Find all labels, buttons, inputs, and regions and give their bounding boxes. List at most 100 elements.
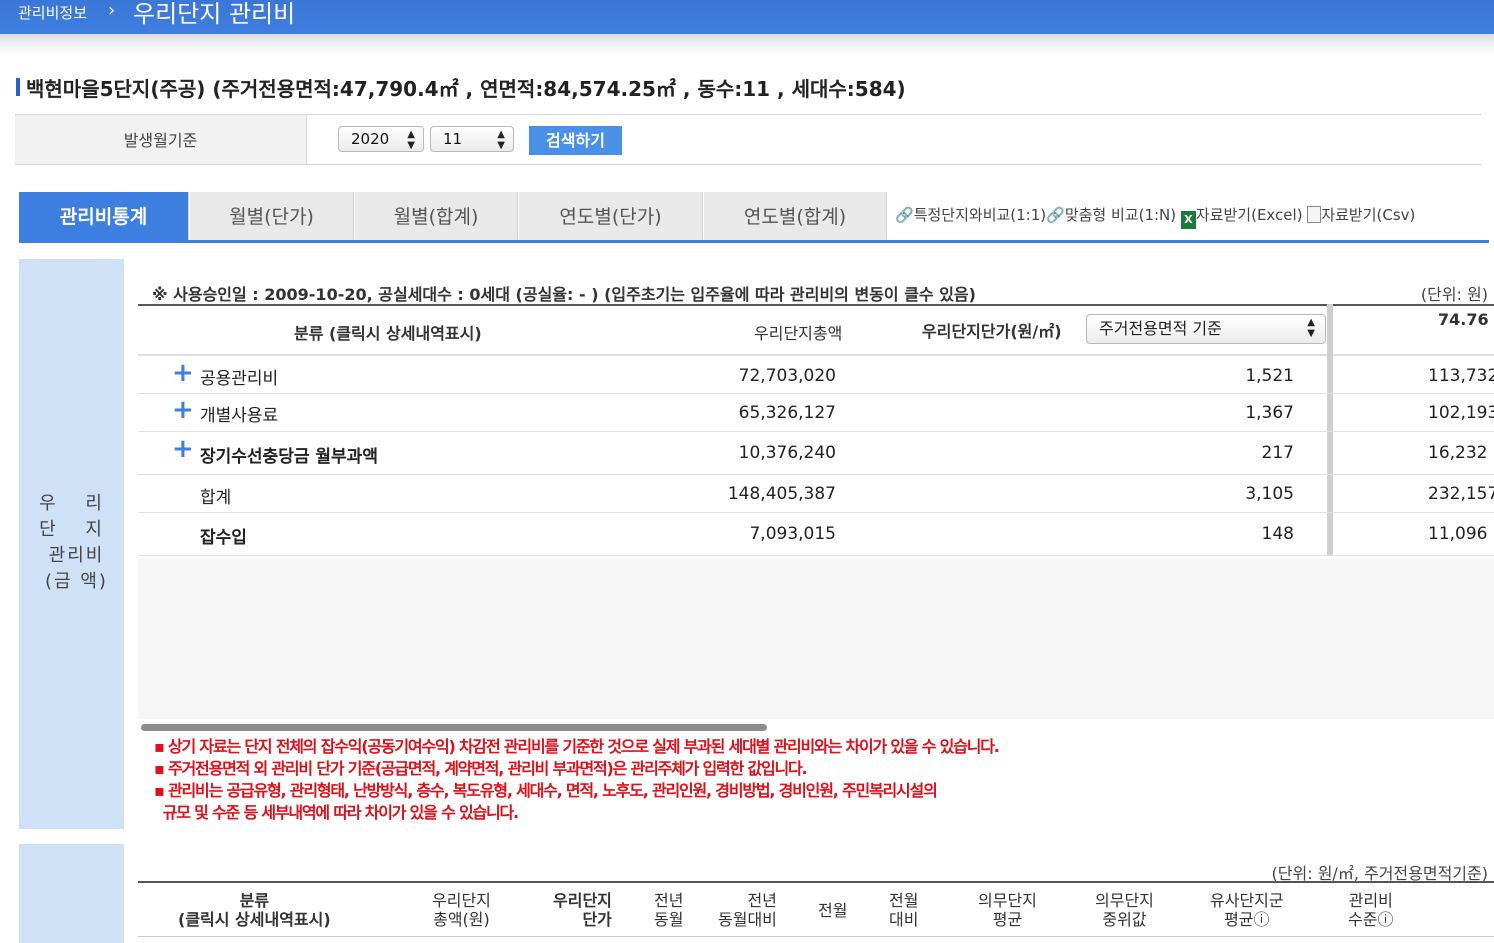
header-cell: 의무단지 중위값 (1095, 891, 1154, 929)
header-line: 전년 (747, 891, 777, 910)
row-ref-value: 102,193 (1428, 403, 1494, 423)
row-ref-value: 113,732 (1428, 366, 1494, 386)
expand-plus-icon[interactable]: + (172, 434, 194, 464)
header-line: 평균ⓘ (1224, 910, 1270, 929)
section-label-text: 우 리 단 지 관리비 (금 액) (19, 491, 124, 595)
header-line: 평균 (992, 910, 1023, 929)
header-cell: 전월 대비 (889, 891, 918, 929)
link-icon: 🔗 (1046, 206, 1065, 224)
table-row-total: 합계 148,405,387 3,105 232,157 (138, 476, 1494, 513)
row-total: 72,703,020 (738, 366, 836, 386)
title-marker (16, 78, 20, 96)
row-unit-price: 217 (1261, 443, 1294, 463)
table-row[interactable]: + 장기수선충당금 월부과액 10,376,240 217 16,232 (138, 433, 1494, 475)
header-line: 총액(원) (433, 910, 490, 929)
month-value: 11 (443, 130, 463, 148)
header-unit-price: 우리단지단가(원/㎡) (922, 322, 1062, 341)
header-line: (클릭시 상세내역표시) (178, 910, 331, 929)
header-line: 전월 (889, 891, 919, 910)
warning-line: ▪ 주거전용면적 외 관리비 단가 기준(공급면적, 계약면적, 관리비 부과면… (154, 759, 808, 778)
year-select[interactable]: 2020 ▲ ▼ (338, 126, 424, 152)
row-category[interactable]: 장기수선충당금 월부과액 (200, 442, 378, 467)
header-cell: 우리단지 단가 (553, 891, 612, 929)
section-label-line: 관리비 (48, 545, 105, 566)
header-line: 전월 (818, 901, 848, 920)
action-links: 🔗특정단지와비교(1:1)🔗맞춤형 비교(1:N) X 자료받기(Excel) 자… (895, 204, 1415, 229)
warning-notes: ▪ 상기 자료는 단지 전체의 잡수익(공동기여수익) 차감전 관리비를 기준한… (154, 736, 1000, 824)
year-value: 2020 (351, 130, 390, 148)
tab-yearly-total[interactable]: 연도별(합계) (704, 192, 887, 242)
header-line: 유사단지군 (1210, 891, 1284, 910)
header-line: 동월 (654, 910, 684, 929)
header-line: 분류 (239, 891, 270, 910)
top-header-bar: 관리비정보 › 우리단지 관리비 (0, 0, 1494, 34)
basis-select-value: 주거전용면적 기준 (1099, 319, 1222, 338)
unit-label: (단위: 원) (1420, 285, 1488, 304)
header-line: 동월대비 (718, 910, 777, 929)
row-ref-value: 11,096 (1428, 524, 1488, 544)
search-button[interactable]: 검색하기 (529, 126, 622, 155)
header-cell: 분류 (클릭시 상세내역표시) (178, 891, 331, 929)
search-row: 발생월기준 2020 ▲ ▼ 11 ▲ ▼ 검색하기 (15, 114, 1481, 165)
row-total: 65,326,127 (738, 403, 836, 423)
header-line: 중위값 (1102, 910, 1147, 929)
table-row[interactable]: + 공용관리비 72,703,020 1,521 113,732 (138, 358, 1494, 394)
expand-plus-icon[interactable]: + (172, 395, 194, 425)
header-line: 의무단지 (1095, 891, 1154, 910)
breadcrumb-separator-icon: › (108, 0, 116, 21)
csv-download-link[interactable]: 자료받기(Csv) (1321, 206, 1415, 224)
horizontal-scrollbar[interactable] (141, 724, 767, 731)
row-category[interactable]: 개별사용료 (200, 401, 278, 426)
header-line: 관리비 (1348, 891, 1393, 910)
header-category: 분류 (클릭시 상세내역표시) (294, 324, 482, 343)
header-line: 의무단지 (978, 891, 1037, 910)
select-arrows-icon: ▲ ▼ (497, 129, 505, 151)
section-label-panel: 우 리 단 지 관리비 (금 액) (19, 259, 124, 829)
fee-table-header: 분류 (클릭시 상세내역표시) 우리단지총액 우리단지단가(원/㎡) 주거전용면… (138, 304, 1494, 356)
tab-monthly-total[interactable]: 월별(합계) (355, 192, 518, 242)
header-cell: 우리단지 총액(원) (432, 891, 491, 929)
warning-line: 규모 및 수준 등 세부내역에 따라 차이가 있을 수 있습니다. (154, 803, 519, 822)
tab-monthly-unit[interactable]: 월별(단가) (190, 192, 354, 242)
header-cell[interactable]: 관리비 수준ⓘ (1348, 891, 1393, 929)
row-category[interactable]: 공용관리비 (200, 364, 278, 389)
warning-line: ▪ 관리비는 공급유형, 관리형태, 난방방식, 층수, 복도유형, 세대수, … (154, 781, 938, 800)
row-unit-price: 1,521 (1245, 366, 1294, 386)
header-line: 단가 (582, 910, 612, 929)
row-total: 10,376,240 (738, 443, 836, 463)
row-category: 합계 (200, 488, 232, 508)
compare-1-1-link[interactable]: 특정단지와비교(1:1) (914, 206, 1046, 224)
warning-line: ▪ 상기 자료는 단지 전체의 잡수익(공동기여수익) 차감전 관리비를 기준한… (154, 737, 1000, 756)
expand-plus-icon[interactable]: + (172, 358, 194, 388)
compare-1-n-link[interactable]: 맞춤형 비교(1:N) (1065, 206, 1176, 224)
row-ref-value: 16,232 (1428, 443, 1488, 463)
excel-download-link[interactable]: 자료받기(Excel) (1196, 206, 1303, 224)
tab-yearly-unit[interactable]: 연도별(단가) (519, 192, 703, 242)
breadcrumb[interactable]: 관리비정보 (18, 2, 87, 23)
header-cell: 전월 (818, 901, 847, 920)
select-arrows-icon: ▲ ▼ (407, 129, 415, 151)
approval-note: ※ 사용승인일 : 2009-10-20, 공실세대수 : 0세대 (공실율: … (152, 285, 976, 304)
header-line: 전년 (654, 891, 684, 910)
row-total: 148,405,387 (727, 484, 836, 504)
header-line: 우리단지 (432, 891, 491, 910)
header-cell[interactable]: 유사단지군 평균ⓘ (1210, 891, 1284, 929)
header-line: 우리단지 (553, 891, 612, 910)
section2-label-panel (19, 844, 124, 943)
select-arrows-icon: ▲ ▼ (1307, 317, 1315, 339)
header-total: 우리단지총액 (754, 324, 843, 343)
header-cell: 전년 동월대비 (718, 891, 777, 929)
section-label-line: 우 리 (39, 493, 114, 514)
month-select[interactable]: 11 ▲ ▼ (430, 126, 514, 152)
comparison-table-header: 분류 (클릭시 상세내역표시) 우리단지 총액(원) 우리단지 단가 전년 동월 전년 동… (138, 881, 1494, 937)
link-icon: 🔗 (895, 206, 914, 224)
section-label-line: (금 액) (45, 571, 108, 592)
page-title: 우리단지 관리비 (133, 0, 296, 28)
table-row[interactable]: + 개별사용료 65,326,127 1,367 102,193 (138, 395, 1494, 432)
row-unit-price: 1,367 (1245, 403, 1294, 423)
row-category: 잡수입 (200, 528, 247, 548)
tab-underline (19, 240, 1489, 243)
tab-statistics[interactable]: 관리비통계 (19, 192, 189, 242)
basis-select[interactable]: 주거전용면적 기준 ▲ ▼ (1086, 314, 1326, 344)
section-label-line: 단 지 (39, 519, 114, 540)
